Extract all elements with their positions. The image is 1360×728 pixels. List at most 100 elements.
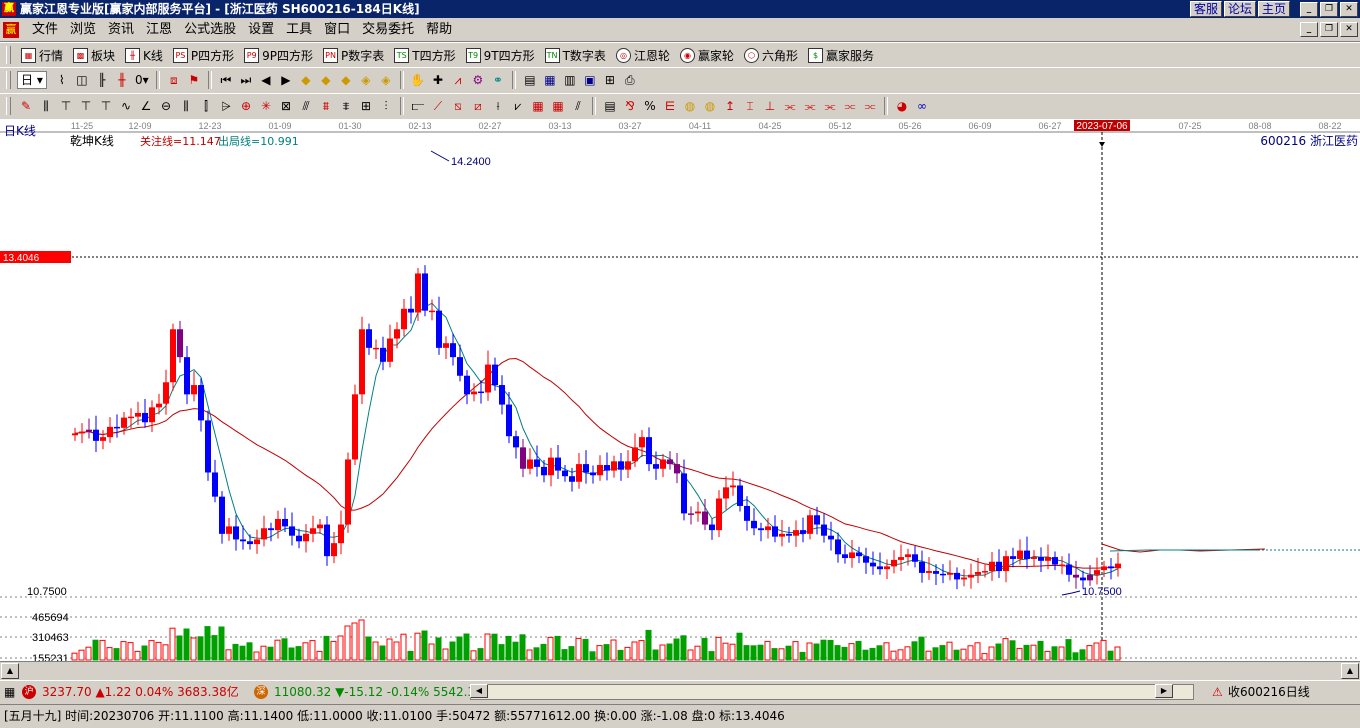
percent2-icon[interactable]: % — [641, 97, 659, 115]
candles-icon[interactable]: ╫ — [113, 71, 131, 89]
menu-settings[interactable]: 设置 — [242, 22, 280, 38]
prev-icon[interactable]: ◀ — [257, 71, 275, 89]
percent-icon[interactable]: ⅋ — [621, 97, 639, 115]
menu-tools[interactable]: 工具 — [280, 22, 318, 38]
mesh-icon[interactable]: ⊠ — [277, 97, 295, 115]
bars-icon[interactable]: ╟ — [93, 71, 111, 89]
gann-box2-icon[interactable]: ⧄ — [469, 97, 487, 115]
hand-icon[interactable]: ✋ — [409, 71, 427, 89]
forum-link[interactable]: 论坛 — [1223, 1, 1256, 17]
gann-wheel-button[interactable]: ◎ 江恩轮 — [612, 46, 674, 64]
t-square-button[interactable]: TS T四方形 — [390, 46, 459, 64]
wave-icon[interactable]: ∿ — [117, 97, 135, 115]
angle-icon[interactable]: ∠ — [137, 97, 155, 115]
line-chart-icon[interactable]: ⌇ — [53, 71, 71, 89]
p-square-button[interactable]: PS P四方形 — [169, 46, 238, 64]
winner-service-button[interactable]: $ 赢家服务 — [804, 46, 878, 64]
arrow-icon[interactable]: ↥ — [721, 97, 739, 115]
save-icon[interactable]: ▣ — [581, 71, 599, 89]
period-select[interactable]: 日 ▾ — [17, 71, 47, 89]
home-link[interactable]: 主页 — [1257, 1, 1290, 17]
close-icon[interactable]: ✕ — [1340, 2, 1358, 17]
menu-gann[interactable]: 江恩 — [140, 22, 178, 38]
calculator-icon[interactable]: ▦ — [4, 684, 15, 700]
diamond2-icon[interactable]: ◆ — [317, 71, 335, 89]
minimize-icon[interactable]: _ — [1300, 2, 1318, 17]
first-icon[interactable]: ⏮ — [217, 71, 235, 89]
tool-icon[interactable]: ⩩ — [317, 97, 335, 115]
doc-close-icon[interactable]: ✕ — [1340, 22, 1358, 37]
bars3-icon[interactable]: ⫿ — [197, 97, 215, 115]
doc-minimize-icon[interactable]: _ — [1300, 22, 1318, 37]
kline-button[interactable]: ╫ K线 — [121, 46, 167, 64]
kline-chart-svg[interactable]: 11-25 12-09 12-23 01-09 01-30 02-13 02-27 03-13… — [0, 119, 1360, 665]
tline-icon[interactable]: ⊤ — [57, 97, 75, 115]
circle-icon[interactable]: ⊖ — [157, 97, 175, 115]
menu-window[interactable]: 窗口 — [318, 22, 356, 38]
winner-wheel-button[interactable]: ◉ 赢家轮 — [676, 46, 738, 64]
chart-scrollbar[interactable]: ▲ ▲ — [0, 661, 1360, 679]
fib-icon[interactable]: ⩥ — [217, 97, 235, 115]
time-icon[interactable]: ⌶ — [741, 97, 759, 115]
level-icon[interactable]: ⊥ — [761, 97, 779, 115]
fan-icon[interactable]: ⚙ — [469, 71, 487, 89]
gann-box-icon[interactable]: ⧅ — [449, 97, 467, 115]
zero-icon[interactable]: 0▾ — [133, 71, 151, 89]
ray5-icon[interactable]: ⫗ — [861, 97, 879, 115]
table-icon[interactable]: ▦ — [541, 71, 559, 89]
menu-help[interactable]: 帮助 — [420, 22, 458, 38]
restore-icon[interactable]: ❐ — [1320, 2, 1338, 17]
ticker-right-icon[interactable]: ▶ — [1155, 684, 1173, 698]
gap-icon[interactable]: ⫻ — [297, 97, 315, 115]
sh-index[interactable]: 3237.70 ▲1.22 0.04% 3683.38亿 — [42, 684, 239, 700]
network-icon[interactable]: ⊞ — [601, 71, 619, 89]
fan3-icon[interactable]: ⟊ — [489, 97, 507, 115]
next-icon[interactable]: ▶ — [277, 71, 295, 89]
diamond3-icon[interactable]: ◆ — [337, 71, 355, 89]
coin2-icon[interactable]: ◍ — [701, 97, 719, 115]
sector-button[interactable]: ▩ 板块 — [69, 46, 119, 64]
crosshair-icon[interactable]: ✚ — [429, 71, 447, 89]
indicator-icon[interactable]: ⩘ — [449, 71, 467, 89]
ray2-icon[interactable]: ⫘ — [801, 97, 819, 115]
report-icon[interactable]: ▥ — [561, 71, 579, 89]
cycle-icon[interactable]: ⋿ — [661, 97, 679, 115]
hexagon-button[interactable]: ⬡ 六角形 — [740, 46, 802, 64]
scroll-left-icon[interactable]: ▲ — [1, 663, 19, 679]
menu-browse[interactable]: 浏览 — [64, 22, 102, 38]
v-icon[interactable]: ⩗ — [509, 97, 527, 115]
calendar-icon[interactable]: ▤ — [521, 71, 539, 89]
window-icon[interactable]: ◫ — [73, 71, 91, 89]
doc-icon[interactable]: 赢 — [3, 22, 19, 38]
menu-trade[interactable]: 交易委托 — [356, 22, 420, 38]
grid3-icon[interactable]: ▦ — [529, 97, 547, 115]
infinity-icon[interactable]: ∞ — [913, 97, 931, 115]
link-icon[interactable]: ⚭ — [489, 71, 507, 89]
grid4-icon[interactable]: ▦ — [549, 97, 567, 115]
menu-news[interactable]: 资讯 — [102, 22, 140, 38]
bars2-icon[interactable]: ⫼ — [177, 97, 195, 115]
list-icon[interactable]: ▤ — [601, 97, 619, 115]
doc-restore-icon[interactable]: ❐ — [1320, 22, 1338, 37]
kline-chart[interactable]: 11-25 12-09 12-23 01-09 01-30 02-13 02-27 03-13… — [0, 119, 1360, 665]
ray-icon[interactable]: ⫘ — [781, 97, 799, 115]
print-icon[interactable]: ⎙ — [621, 71, 639, 89]
star-icon[interactable]: ✳ — [257, 97, 275, 115]
diamond5-icon[interactable]: ◈ — [377, 71, 395, 89]
ray3-icon[interactable]: ⫘ — [821, 97, 839, 115]
9p-square-button[interactable]: P9 9P四方形 — [240, 46, 317, 64]
p-table-button[interactable]: PN P数字表 — [319, 46, 388, 64]
target-icon[interactable]: ⊕ — [237, 97, 255, 115]
box-icon[interactable]: ⫍ — [409, 97, 427, 115]
zoom-icon[interactable]: ⧈ — [165, 71, 183, 89]
quote-button[interactable]: ▦ 行情 — [17, 46, 67, 64]
grid2-icon[interactable]: ⊞ — [357, 97, 375, 115]
ray4-icon[interactable]: ⫗ — [841, 97, 859, 115]
t-table-button[interactable]: TN T数字表 — [541, 46, 610, 64]
tline3-icon[interactable]: ⊤ — [97, 97, 115, 115]
service-link[interactable]: 客服 — [1189, 1, 1222, 17]
tline2-icon[interactable]: ⊤ — [77, 97, 95, 115]
ticker-left-icon[interactable]: ◀ — [470, 684, 488, 698]
diamond-icon[interactable]: ◆ — [297, 71, 315, 89]
ladder-icon[interactable]: ⩨ — [337, 97, 355, 115]
